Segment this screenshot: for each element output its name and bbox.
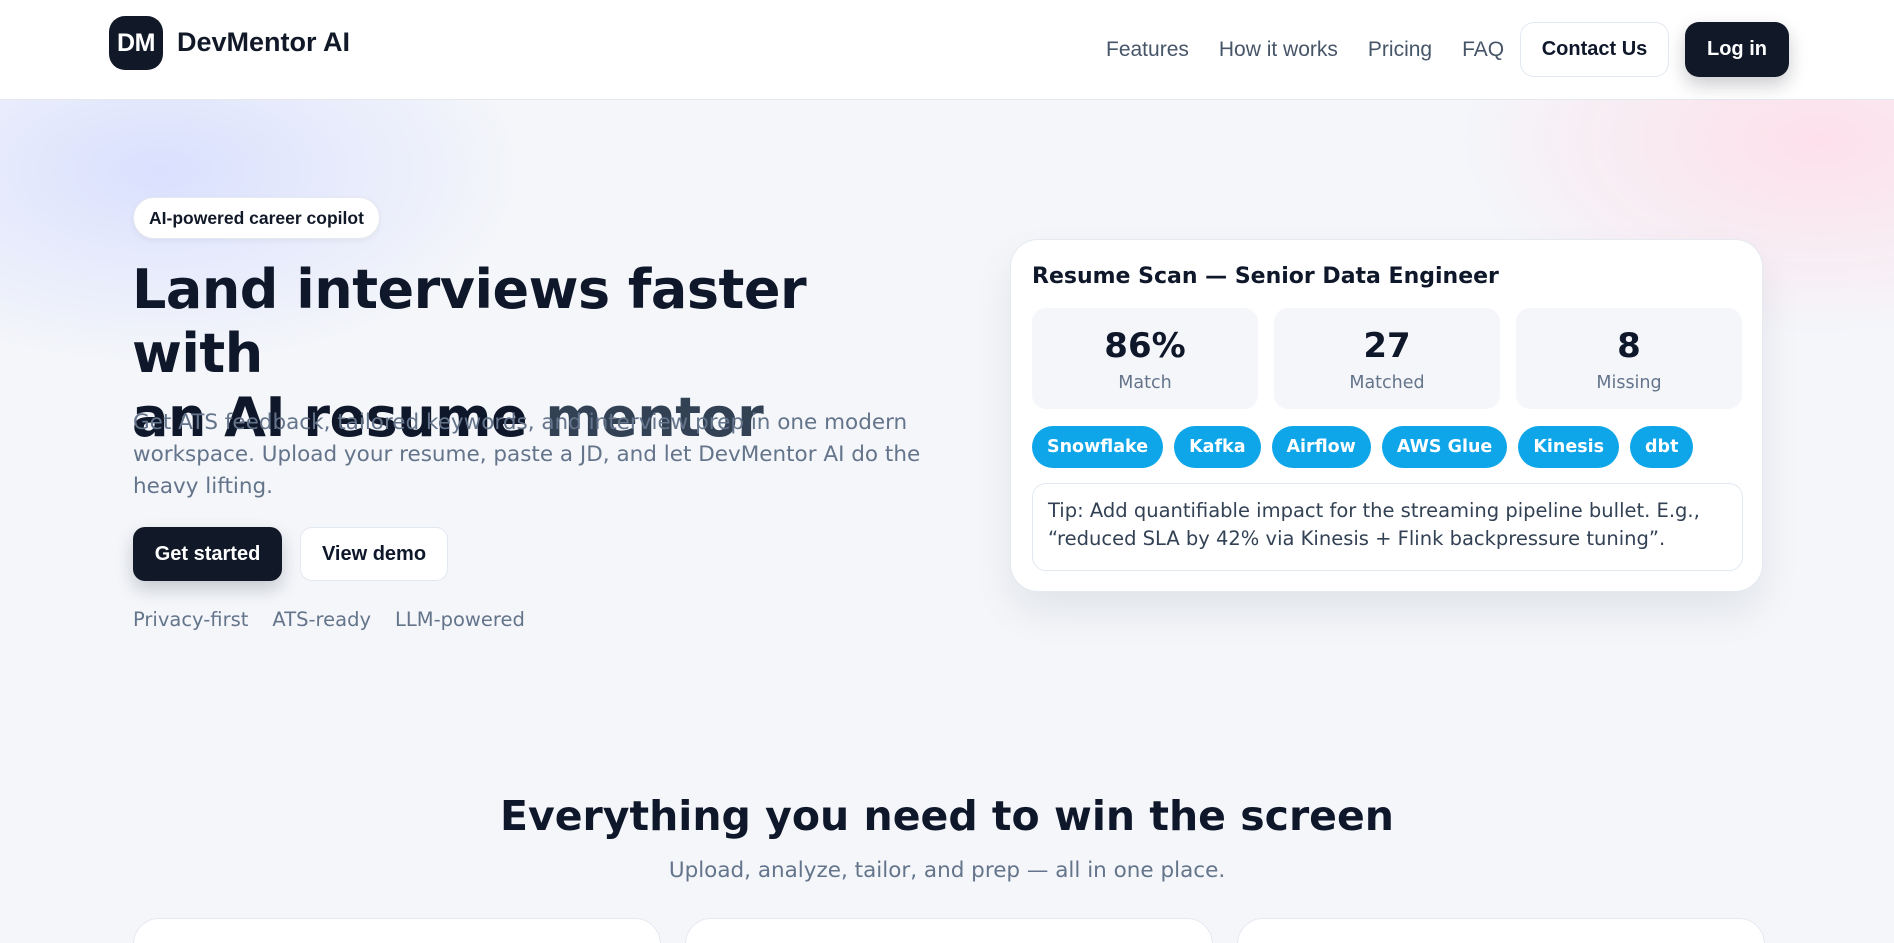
stat-missing-value: 8 [1617,326,1641,366]
keyword-tag[interactable]: Snowflake [1032,426,1164,468]
feature-card [685,918,1213,943]
tip-box: Tip: Add quantifiable impact for the str… [1032,483,1743,571]
stat-matched: 27 Matched [1274,308,1500,409]
contact-us-button[interactable]: Contact Us [1520,22,1669,77]
get-started-button[interactable]: Get started [133,527,282,581]
main-content: AI-powered career copilot Land interview… [0,0,1894,943]
badge-privacy-first: Privacy-first [133,608,249,631]
keyword-tags: Snowflake Kafka Airflow AWS Glue Kinesis… [1032,426,1694,468]
hero-subtitle: Get ATS feedback, tailored keywords, and… [133,410,921,499]
stat-match-value: 86% [1104,326,1186,366]
keyword-tag[interactable]: AWS Glue [1381,426,1508,468]
hero-badges: Privacy-first ATS-ready LLM-powered [133,608,525,631]
feature-card [1237,918,1765,943]
stat-matched-label: Matched [1349,373,1425,393]
features-title: Everything you need to win the screen [500,792,1394,840]
nav-link-faq[interactable]: FAQ [1462,38,1504,62]
view-demo-button[interactable]: View demo [300,527,448,581]
stat-missing-label: Missing [1596,373,1662,393]
scan-card-title: Resume Scan — Senior Data Engineer [1032,264,1499,289]
logo-icon[interactable]: DM [109,16,163,70]
nav-link-features[interactable]: Features [1106,38,1189,62]
top-navbar: DM DevMentor AI Features How it works Pr… [0,0,1894,100]
features-subtitle: Upload, analyze, tailor, and prep — all … [668,858,1226,883]
hero-title-line1: Land interviews faster with [132,258,807,385]
feature-card [133,918,661,943]
stat-match-label: Match [1118,373,1172,393]
stat-match: 86% Match [1032,308,1258,409]
stat-matched-value: 27 [1363,326,1411,366]
keyword-tag[interactable]: Kafka [1174,426,1261,468]
login-button[interactable]: Log in [1685,22,1789,77]
badge-llm-powered: LLM-powered [395,608,525,631]
nav-link-how-it-works[interactable]: How it works [1219,38,1338,62]
nav-link-pricing[interactable]: Pricing [1368,38,1432,62]
badge-ats-ready: ATS-ready [272,608,372,631]
keyword-tag[interactable]: Airflow [1271,426,1371,468]
keyword-tag[interactable]: dbt [1630,426,1694,468]
resume-scan-card: Resume Scan — Senior Data Engineer 86% M… [1010,239,1763,592]
hero-pill-badge: AI-powered career copilot [133,197,380,239]
keyword-tag[interactable]: Kinesis [1518,426,1620,468]
brand-name[interactable]: DevMentor AI [177,27,350,58]
stat-missing: 8 Missing [1516,308,1742,409]
nav-links: Features How it works Pricing FAQ [1106,38,1504,62]
